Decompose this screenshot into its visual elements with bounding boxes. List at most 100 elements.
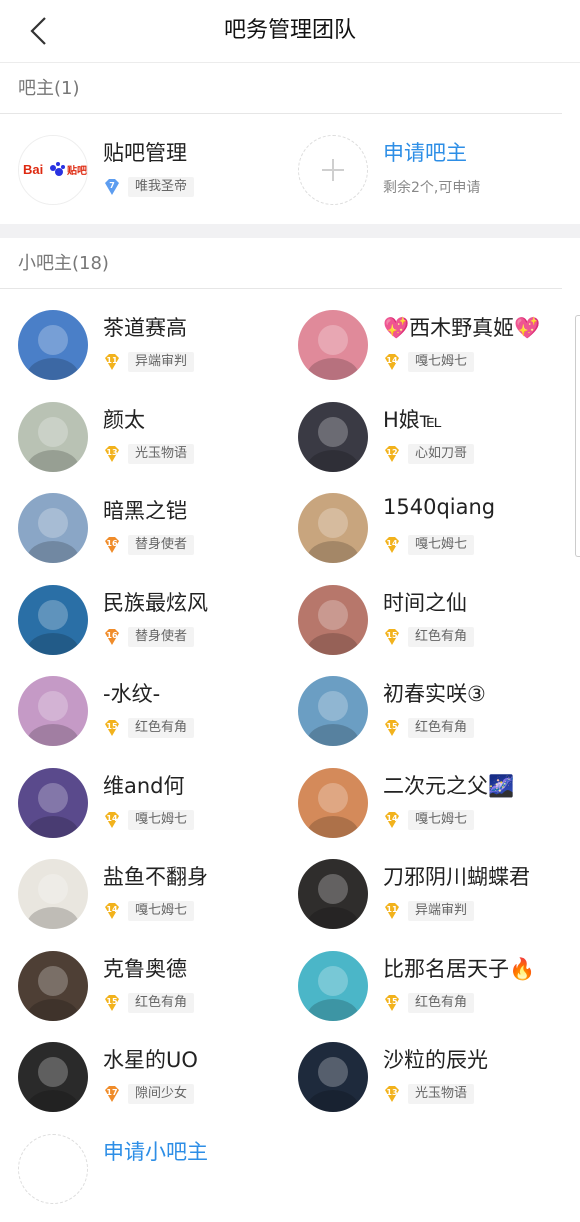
avatar <box>298 859 368 929</box>
member-tag: 隙间少女 <box>128 1084 195 1104</box>
member-badge: 14 嘎七姆七 <box>103 900 195 922</box>
member-item[interactable]: 水星的UO 17 隙间少女 <box>18 1042 293 1130</box>
member-item[interactable]: 初春实咲③ 15 红色有角 <box>298 676 573 764</box>
member-tag: 嘎七姆七 <box>128 809 195 830</box>
avatar <box>18 493 88 563</box>
page-title: 吧务管理团队 <box>223 18 356 43</box>
member-tag: 嘎七姆七 <box>408 535 475 555</box>
plus-icon <box>322 159 344 181</box>
avatar <box>298 950 368 1021</box>
level-badge-icon: 12 <box>383 445 401 463</box>
apply-owner-item[interactable]: 申请吧主 剩余2个,可申请 <box>298 135 573 223</box>
member-tag: 替身使者 <box>128 535 195 555</box>
owner-badge: 7 唯我圣帝 <box>103 176 195 198</box>
member-badge: 11 异端审判 <box>383 900 475 922</box>
level-badge-icon: 15 <box>103 719 121 737</box>
member-item[interactable]: 盐鱼不翻身 14 嘎七姆七 <box>18 859 293 947</box>
avatar <box>298 401 368 472</box>
member-item[interactable]: 暗黑之铠 16 替身使者 <box>18 493 293 581</box>
avatar <box>298 310 368 380</box>
baidu-logo-avatar: Bai 贴吧 <box>18 135 88 205</box>
member-item[interactable]: 刀邪阴川蝴蝶君 11 异端审判 <box>298 859 573 947</box>
level-badge-icon: 16 <box>103 536 121 554</box>
avatar <box>18 1042 88 1112</box>
member-badge: 15 红色有角 <box>103 717 195 739</box>
member-badge: 12 心如刀哥 <box>383 443 475 465</box>
level-badge-icon: 14 <box>103 811 121 829</box>
member-tag: 红色有角 <box>408 626 475 647</box>
avatar <box>298 584 368 655</box>
avatar <box>298 493 368 563</box>
owner-tag: 唯我圣帝 <box>128 177 195 197</box>
level-badge-icon: 11 <box>103 353 121 371</box>
member-badge: 15 红色有角 <box>383 626 475 648</box>
member-badge: 15 红色有角 <box>383 717 475 739</box>
apply-sub-owner-item[interactable]: 申请小吧主 <box>18 1133 293 1222</box>
owner-section-label: 吧主(1) <box>0 63 562 114</box>
avatar <box>18 676 88 746</box>
member-tag: 异端审判 <box>408 901 475 921</box>
member-item[interactable]: 沙粒的辰光 13 光玉物语 <box>298 1042 573 1130</box>
level-badge-icon: 15 <box>383 719 401 737</box>
apply-owner-note: 剩余2个,可申请 <box>383 180 481 196</box>
member-item[interactable]: 1540qiang 14 嘎七姆七 <box>298 493 573 581</box>
owner-item[interactable]: Bai 贴吧 贴吧管理 7 唯我圣帝 <box>18 135 293 223</box>
member-name: 克鲁奥德 <box>103 956 187 981</box>
owner-name: 贴吧管理 <box>103 141 187 165</box>
level-badge-icon: 17 <box>103 1085 121 1103</box>
member-tag: 红色有角 <box>128 992 195 1013</box>
level-badge-icon: 14 <box>383 536 401 554</box>
member-badge: 15 红色有角 <box>103 992 195 1014</box>
member-name: -水纹- <box>103 682 161 706</box>
back-button[interactable] <box>22 14 56 48</box>
member-name: 💖西木野真姬💖 <box>383 316 541 340</box>
avatar <box>298 767 368 838</box>
member-badge: 16 替身使者 <box>103 626 195 648</box>
section-divider <box>0 224 580 238</box>
level-badge-icon: 13 <box>103 445 121 463</box>
level-badge-icon: 14 <box>383 811 401 829</box>
member-item[interactable]: 民族最炫风 16 替身使者 <box>18 584 293 673</box>
member-name: 时间之仙 <box>383 590 467 615</box>
member-item[interactable]: H娘℡ 12 心如刀哥 <box>298 401 573 490</box>
member-item[interactable]: 时间之仙 15 红色有角 <box>298 584 573 673</box>
svg-text:贴吧: 贴吧 <box>66 164 87 177</box>
member-item[interactable]: 维and何 14 嘎七姆七 <box>18 767 293 856</box>
avatar <box>18 767 88 838</box>
member-item[interactable]: 颜太 13 光玉物语 <box>18 401 293 490</box>
member-name: 比那名居天子🔥 <box>383 956 536 981</box>
avatar <box>18 859 88 929</box>
member-tag: 光玉物语 <box>408 1084 475 1104</box>
apply-sub-owner-link[interactable]: 申请小吧主 <box>103 1136 208 1166</box>
apply-plus-button[interactable] <box>18 1133 88 1204</box>
scrollbar[interactable] <box>575 315 580 557</box>
member-item[interactable]: 二次元之父🌌 14 嘎七姆七 <box>298 767 573 856</box>
member-tag: 红色有角 <box>408 992 475 1013</box>
member-name: 刀邪阴川蝴蝶君 <box>383 865 530 889</box>
apply-owner-link[interactable]: 申请吧主 <box>383 137 467 167</box>
member-name: 水星的UO <box>103 1048 198 1072</box>
member-badge: 14 嘎七姆七 <box>383 809 475 831</box>
member-name: 二次元之父🌌 <box>383 773 515 798</box>
avatar <box>18 584 88 655</box>
member-item[interactable]: 比那名居天子🔥 15 红色有角 <box>298 950 573 1039</box>
member-tag: 替身使者 <box>128 626 195 647</box>
member-item[interactable]: 💖西木野真姬💖 14 嘎七姆七 <box>298 310 573 398</box>
level-badge-icon: 15 <box>383 994 401 1012</box>
member-item[interactable]: -水纹- 15 红色有角 <box>18 676 293 764</box>
member-name: 1540qiang <box>383 495 496 519</box>
avatar <box>18 950 88 1021</box>
member-tag: 嘎七姆七 <box>408 352 475 372</box>
member-name: 茶道赛高 <box>103 316 187 340</box>
level-badge-icon: 14 <box>383 353 401 371</box>
member-item[interactable]: 克鲁奥德 15 红色有角 <box>18 950 293 1039</box>
member-item[interactable]: 茶道赛高 11 异端审判 <box>18 310 293 398</box>
member-badge: 13 光玉物语 <box>103 443 195 465</box>
apply-plus-button[interactable] <box>298 135 368 205</box>
member-tag: 异端审判 <box>128 352 195 372</box>
level-badge-icon: 15 <box>103 994 121 1012</box>
member-name: 民族最炫风 <box>103 590 208 615</box>
member-name: H娘℡ <box>383 407 443 432</box>
member-name: 沙粒的辰光 <box>383 1048 488 1072</box>
avatar <box>18 310 88 380</box>
